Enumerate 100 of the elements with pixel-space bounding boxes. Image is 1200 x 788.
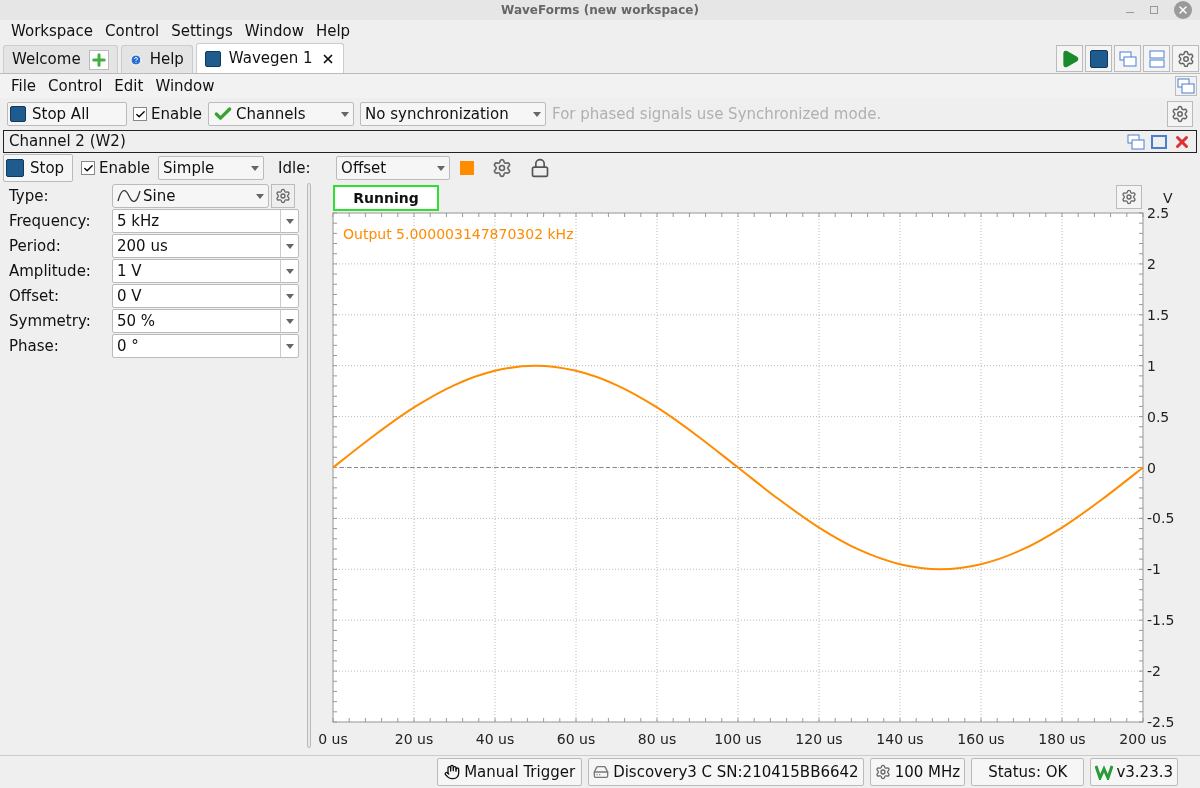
parameter-combo-box[interactable]: 50 % bbox=[112, 309, 299, 333]
stop-button[interactable]: Stop bbox=[3, 154, 73, 182]
output-frequency: Output 5.000003147870302 kHz bbox=[343, 225, 574, 244]
device-icon bbox=[593, 764, 610, 780]
tab-label: Wavegen 1 bbox=[228, 48, 313, 70]
settings-icon bbox=[1171, 105, 1189, 123]
logo-icon bbox=[1095, 764, 1114, 780]
parameter-label: Amplitude: bbox=[9, 260, 92, 282]
window-title: WaveForms (new workspace) bbox=[501, 2, 699, 19]
settings-icon bbox=[492, 158, 513, 178]
settings-icon bbox=[275, 188, 291, 204]
split-icon bbox=[1148, 49, 1165, 68]
waveform-type-dropdown[interactable]: Sine bbox=[112, 184, 269, 208]
parameter-value: 0 ° bbox=[116, 335, 140, 357]
y-axis-label: -2.5 bbox=[1147, 714, 1175, 730]
tab[interactable]: Help bbox=[120, 45, 193, 73]
stop-square-icon bbox=[204, 50, 221, 67]
settings-button[interactable] bbox=[271, 184, 295, 208]
parameter-label: Symmetry: bbox=[9, 310, 92, 332]
manual-trigger-button[interactable]: Manual Trigger bbox=[437, 758, 583, 786]
parameter-combo-box[interactable]: 1 V bbox=[112, 259, 299, 283]
dropdown-arrow-icon bbox=[256, 193, 264, 199]
windows-icon bbox=[1177, 78, 1195, 94]
y-axis-unit: V bbox=[1163, 190, 1173, 206]
idle-level-icon[interactable] bbox=[460, 161, 475, 175]
parameter-value: 50 % bbox=[116, 310, 157, 332]
menu-item[interactable]: Workspace bbox=[11, 19, 93, 43]
menu-item[interactable]: File bbox=[11, 74, 37, 98]
tab[interactable]: Welcome bbox=[3, 45, 118, 73]
menu-item[interactable]: Edit bbox=[114, 74, 144, 98]
x-axis-label: 80 us bbox=[637, 731, 677, 747]
parameter-label: Frequency: bbox=[9, 210, 92, 232]
stop-square-icon bbox=[10, 106, 26, 122]
plot-settings-button[interactable] bbox=[1116, 185, 1142, 209]
dropdown-arrow-icon bbox=[533, 111, 542, 117]
y-axis-label: -1 bbox=[1147, 561, 1161, 578]
x-axis-label: 100 us bbox=[714, 731, 762, 747]
sync-dropdown[interactable]: No synchronization bbox=[360, 102, 547, 126]
parameter-label: Period: bbox=[9, 235, 62, 257]
y-axis-label: 2 bbox=[1147, 255, 1156, 272]
checkbox[interactable] bbox=[81, 161, 95, 175]
channels-dropdown[interactable]: Channels bbox=[208, 102, 355, 126]
settings-button[interactable] bbox=[1167, 101, 1193, 127]
stop-square-icon bbox=[1089, 49, 1108, 68]
hand-icon bbox=[444, 764, 461, 780]
windows-icon bbox=[1127, 133, 1145, 150]
help-icon bbox=[129, 53, 142, 66]
dropdown-arrow-icon bbox=[285, 268, 294, 274]
settings-button[interactable] bbox=[1172, 45, 1199, 72]
stop-all-button[interactable]: Stop All bbox=[7, 102, 127, 126]
dropdown-arrow-icon bbox=[437, 165, 446, 171]
y-axis-label: 2.5 bbox=[1147, 205, 1170, 221]
menu-item[interactable]: Control bbox=[105, 19, 160, 43]
minimize-icon[interactable] bbox=[1126, 11, 1134, 13]
dropdown-arrow-icon bbox=[285, 343, 294, 349]
dropdown-arrow-icon bbox=[285, 243, 294, 249]
mode-dropdown[interactable]: Simple bbox=[158, 156, 265, 180]
maximize-button[interactable] bbox=[1151, 134, 1167, 149]
sync-hint: For phased signals use Synchronized mode. bbox=[552, 103, 882, 125]
x-axis-label: 140 us bbox=[876, 731, 924, 747]
y-axis-label: 0.5 bbox=[1147, 408, 1170, 425]
dropdown-arrow-icon bbox=[341, 111, 350, 117]
device-button[interactable]: Discovery3 C SN:210415BB6642 bbox=[588, 758, 864, 786]
parameter-combo-box[interactable]: 0 V bbox=[112, 284, 299, 308]
checkbox[interactable] bbox=[133, 107, 147, 121]
tab[interactable]: Wavegen 1 bbox=[195, 43, 344, 73]
parameter-label: Phase: bbox=[9, 335, 60, 357]
windows-icon bbox=[1118, 50, 1137, 67]
settings-icon bbox=[874, 764, 891, 780]
x-axis-label: 60 us bbox=[556, 731, 596, 747]
x-axis-label: 20 us bbox=[394, 731, 434, 747]
lock-icon[interactable] bbox=[530, 158, 551, 178]
y-axis-label: 1 bbox=[1147, 357, 1156, 374]
parameter-value: 5 kHz bbox=[116, 210, 161, 232]
maximize-icon[interactable] bbox=[1150, 6, 1158, 14]
y-axis-label: -2 bbox=[1147, 663, 1161, 680]
idle-dropdown[interactable]: Offset bbox=[336, 156, 451, 180]
menu-item[interactable]: Help bbox=[315, 19, 351, 43]
menu-item[interactable]: Window bbox=[244, 19, 304, 43]
window-mode-button[interactable] bbox=[1175, 76, 1197, 96]
version-button[interactable]: v3.23.3 bbox=[1090, 758, 1178, 786]
parameter-combo-box[interactable]: 5 kHz bbox=[112, 209, 299, 233]
parameter-combo-box[interactable]: 200 us bbox=[112, 234, 299, 258]
undock-button[interactable] bbox=[1127, 133, 1145, 150]
tab-label: Help bbox=[149, 49, 184, 71]
parameter-value: 0 V bbox=[116, 285, 143, 307]
menu-item[interactable]: Settings bbox=[171, 19, 233, 43]
menu-item[interactable]: Window bbox=[155, 74, 215, 98]
stop-square-icon bbox=[6, 159, 24, 177]
parameter-value: 200 us bbox=[116, 235, 169, 257]
x-axis-label: 120 us bbox=[795, 731, 843, 747]
status-dropdown[interactable]: Status: OK bbox=[971, 758, 1085, 786]
x-axis-label: 160 us bbox=[957, 731, 1005, 747]
menu-item[interactable]: Control bbox=[48, 74, 103, 98]
parameter-combo-box[interactable]: 0 ° bbox=[112, 334, 299, 358]
tab-label: Welcome bbox=[12, 49, 81, 71]
run-button[interactable] bbox=[1056, 45, 1083, 72]
clock-dropdown[interactable]: 100 MHz bbox=[869, 758, 966, 786]
stop-button[interactable] bbox=[1085, 45, 1112, 72]
close-button[interactable] bbox=[1174, 1, 1192, 19]
